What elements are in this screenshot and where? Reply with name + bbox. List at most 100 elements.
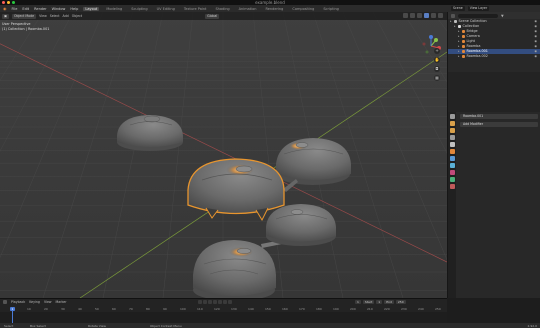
scene-field[interactable]: Scene — [451, 6, 465, 11]
xray-toggle-icon[interactable] — [410, 13, 415, 18]
menu-render[interactable]: Render — [34, 7, 46, 11]
step-back-icon[interactable] — [208, 300, 212, 304]
properties-tab-icon[interactable] — [449, 142, 455, 147]
solid-shading-icon[interactable] — [424, 13, 429, 18]
wireframe-shading-icon[interactable] — [417, 13, 422, 18]
step-forward-icon[interactable] — [223, 300, 227, 304]
outliner-panel: ▼ ▸ Scene Collection ◉ ▸ Collection ◉ ▸ Bridge ◉… — [447, 12, 540, 72]
properties-tab-icon[interactable] — [449, 128, 455, 133]
properties-tab-icon[interactable] — [449, 170, 455, 175]
properties-tabs — [448, 112, 456, 298]
outliner-search-input[interactable] — [458, 13, 498, 18]
ruler-tick-label: 240 — [418, 307, 424, 311]
zoom-icon[interactable]: + — [434, 48, 440, 54]
ruler-tick-label: 190 — [333, 307, 339, 311]
tab-compositing[interactable]: Compositing — [290, 7, 316, 11]
current-frame-field[interactable]: 1 — [355, 300, 361, 304]
status-version: 2.92.0 — [527, 323, 537, 328]
timeline-menu-keying[interactable]: Keying — [29, 300, 40, 304]
add-modifier-dropdown[interactable]: Add Modifier — [460, 122, 538, 127]
overlay-toggle-icon[interactable] — [403, 13, 408, 18]
tab-scripting[interactable]: Scripting — [321, 7, 341, 11]
transform-orientation-dropdown[interactable]: Global — [205, 13, 220, 19]
outliner-editor-icon[interactable] — [451, 13, 455, 18]
object-type-icon — [461, 30, 465, 33]
ruler-tick-label: 110 — [197, 307, 203, 311]
tab-uv-editing[interactable]: UV Editing — [155, 7, 177, 11]
properties-panel: Roomba.001 Add Modifier — [447, 112, 540, 298]
rendered-shading-icon[interactable] — [438, 13, 443, 18]
ruler-tick-label: 160 — [282, 307, 288, 311]
status-context-menu: Object Context Menu — [150, 323, 182, 328]
roomba-object-bottom — [193, 240, 276, 298]
status-box-select: Box Select — [30, 323, 46, 328]
ruler-tick-label: 30 — [61, 307, 65, 311]
outliner-header: ▼ — [448, 12, 540, 19]
ruler-tick-label: 130 — [231, 307, 237, 311]
3d-viewport[interactable]: ▣ Object Mode View Select Add Object Glo… — [0, 12, 447, 298]
properties-tab-icon[interactable] — [449, 156, 455, 161]
timeline-menu-view[interactable]: View — [44, 300, 52, 304]
tab-rendering[interactable]: Rendering — [264, 7, 286, 11]
ruler-tick-label: 80 — [146, 307, 150, 311]
scene-selector-bar: Scene View Layer — [447, 5, 540, 12]
properties-tab-icon[interactable] — [449, 121, 455, 126]
viewport-scene — [0, 12, 447, 298]
timeline-menu-playback[interactable]: Playback — [11, 300, 25, 304]
ruler-tick-label: 250 — [435, 307, 441, 311]
object-type-icon — [461, 40, 465, 43]
properties-tab-icon[interactable] — [449, 114, 455, 119]
tab-texture-paint[interactable]: Texture Paint — [182, 7, 209, 11]
viewport-menu-add[interactable]: Add — [63, 14, 69, 18]
material-shading-icon[interactable] — [431, 13, 436, 18]
status-bar: Select Box Select Rotate View Object Con… — [0, 323, 540, 328]
record-icon[interactable] — [198, 300, 202, 304]
outliner-item[interactable]: ▸ Roomba.002 ◉ — [448, 54, 540, 59]
viewport-header: ▣ Object Mode View Select Add Object Glo… — [0, 12, 447, 20]
filter-icon[interactable]: ▼ — [501, 14, 504, 18]
object-type-icon — [461, 45, 465, 48]
tab-modeling[interactable]: Modeling — [104, 7, 124, 11]
pan-hand-icon[interactable]: ✋ — [434, 57, 440, 63]
view-layer-field[interactable]: View Layer — [467, 6, 490, 11]
properties-tab-icon[interactable] — [449, 177, 455, 182]
object-type-icon — [457, 25, 461, 28]
ruler-tick-label: 180 — [316, 307, 322, 311]
status-select: Select — [4, 323, 14, 328]
viewport-menu-view[interactable]: View — [39, 14, 47, 18]
tab-sculpting[interactable]: Sculpting — [129, 7, 149, 11]
jump-start-icon[interactable] — [203, 300, 207, 304]
tab-layout[interactable]: Layout — [83, 6, 100, 11]
visibility-eye-icon[interactable]: ◉ — [534, 54, 537, 59]
play-icon[interactable] — [218, 300, 222, 304]
start-frame-field[interactable]: 1 — [376, 300, 383, 304]
menu-edit[interactable]: Edit — [22, 7, 29, 11]
object-type-icon — [461, 35, 465, 38]
timeline-editor-icon[interactable] — [3, 300, 7, 304]
properties-tab-icon[interactable] — [449, 149, 455, 154]
end-frame-field[interactable]: 250 — [395, 300, 406, 304]
properties-tab-icon[interactable] — [449, 135, 455, 140]
viewport-menu-select[interactable]: Select — [50, 14, 60, 18]
perspective-toggle-icon[interactable]: ▦ — [434, 75, 440, 81]
expand-arrow-icon[interactable]: ▸ — [458, 54, 460, 59]
menu-file[interactable]: File — [12, 7, 18, 11]
jump-end-icon[interactable] — [228, 300, 232, 304]
properties-tab-icon[interactable] — [449, 184, 455, 189]
menu-help[interactable]: Help — [70, 7, 78, 11]
object-type-icon — [453, 20, 457, 23]
object-mode-dropdown[interactable]: Object Mode — [12, 13, 37, 19]
editor-type-button[interactable]: ▣ — [2, 13, 10, 19]
tab-animation[interactable]: Animation — [237, 7, 259, 11]
camera-view-icon[interactable]: ◘ — [434, 66, 440, 72]
outliner-empty-area — [447, 72, 540, 112]
blender-logo-icon[interactable]: ◉ — [3, 6, 7, 11]
properties-tab-icon[interactable] — [449, 163, 455, 168]
timeline-menu-marker[interactable]: Marker — [56, 300, 67, 304]
menu-window[interactable]: Window — [52, 7, 66, 11]
object-name-field[interactable]: Roomba.001 — [460, 114, 538, 119]
tab-shading[interactable]: Shading — [213, 7, 231, 11]
play-reverse-icon[interactable] — [213, 300, 217, 304]
viewport-menu-object[interactable]: Object — [72, 14, 82, 18]
ruler-tick-label: 120 — [214, 307, 220, 311]
